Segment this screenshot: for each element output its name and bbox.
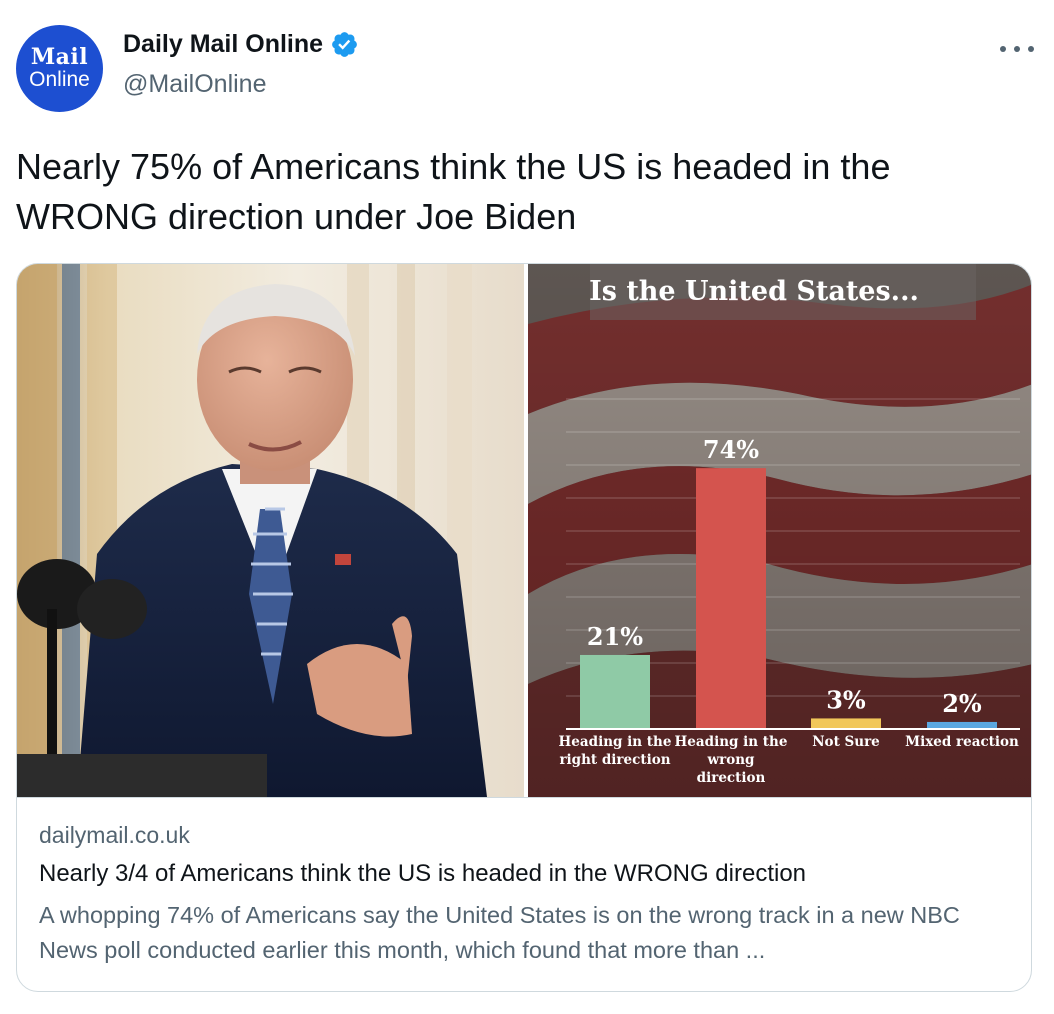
poll-chart: Is the United States... 21% 74% 3% 2% Headi…	[528, 264, 1031, 797]
chart-bar	[696, 468, 766, 729]
more-options-icon[interactable]	[1000, 44, 1034, 54]
chart-category-label: Not Sure	[812, 734, 880, 750]
chart-category-label: direction	[697, 770, 766, 786]
card-domain: dailymail.co.uk	[39, 822, 190, 848]
author-handle[interactable]: @MailOnline	[123, 70, 266, 99]
chart-value-label: 21%	[587, 622, 643, 651]
chart-category-label: Heading in the	[675, 734, 788, 750]
link-card[interactable]: Is the United States... 21% 74% 3% 2% Headi…	[16, 263, 1032, 992]
chart-value-label: 3%	[826, 685, 866, 714]
chart-value-label: 74%	[703, 435, 759, 464]
speaker-illustration	[17, 264, 524, 797]
author-name-row: Daily Mail Online	[123, 30, 359, 59]
chart-bar	[580, 654, 650, 729]
card-description: A whopping 74% of Americans say the Unit…	[39, 902, 960, 963]
photo-of-speaker	[17, 264, 524, 797]
chart-bar	[927, 721, 997, 729]
card-title[interactable]: Nearly 3/4 of Americans think the US is …	[39, 860, 806, 888]
chart-title: Is the United States...	[589, 276, 919, 307]
avatar-logo-line1: Mail	[30, 43, 89, 70]
chart-category-label: wrong	[707, 752, 756, 768]
avatar-logo-line2: Online	[29, 67, 90, 91]
card-footer[interactable]: dailymail.co.uk Nearly 3/4 of Americans …	[17, 797, 1031, 991]
author-display-name[interactable]: Daily Mail Online	[123, 30, 323, 59]
chart-value-label: 2%	[942, 689, 982, 718]
chart-category-label: Heading in the	[559, 734, 672, 750]
chart-category-label: right direction	[559, 752, 670, 768]
tweet-text: Nearly 75% of Americans think the US is …	[16, 146, 891, 237]
card-media[interactable]: Is the United States... 21% 74% 3% 2% Headi…	[17, 264, 1031, 797]
chart-bar	[811, 718, 881, 729]
chart-svg: Is the United States... 21% 74% 3% 2% Headi…	[528, 264, 1031, 797]
chart-category-label: Mixed reaction	[905, 734, 1019, 750]
avatar[interactable]: Mail Online	[16, 25, 103, 112]
verified-badge-icon	[332, 32, 357, 57]
